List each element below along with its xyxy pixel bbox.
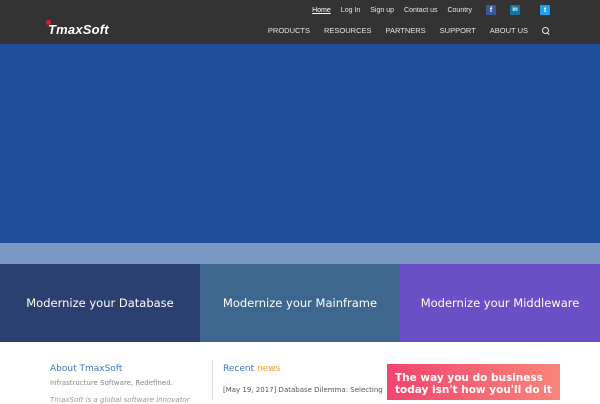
about-subtitle: Infrastructure Software, Redefined. xyxy=(50,379,173,387)
home-link[interactable]: Home xyxy=(312,7,331,14)
nav-partners[interactable]: PARTNERS xyxy=(386,26,426,35)
about-title: About TmaxSoft xyxy=(50,364,210,374)
news-item-link[interactable]: [May 19, 2017] Database Dilemma: Selecti… xyxy=(223,386,383,394)
logo-dot-icon xyxy=(46,20,51,25)
hero-banner xyxy=(0,44,600,243)
utility-links: Home Log In Sign up Contact us Country f… xyxy=(312,5,550,15)
about-title-brand: TmaxSoft xyxy=(79,364,123,374)
nav-about-us[interactable]: ABOUT US xyxy=(490,26,528,35)
login-link[interactable]: Log In xyxy=(341,7,360,14)
twitter-icon[interactable]: t xyxy=(540,5,550,15)
search-icon[interactable] xyxy=(542,26,550,35)
news-title-suffix: news xyxy=(256,364,281,374)
about-text: TmaxSoft is a global software innovator xyxy=(50,396,190,404)
tile-modernize-middleware[interactable]: Modernize your Middleware xyxy=(400,264,600,342)
tile-label: Modernize your Database xyxy=(26,296,174,310)
promo-text: The way you do business today isn't how … xyxy=(395,372,552,396)
news-title-prefix: Recent xyxy=(223,364,257,374)
nav-products[interactable]: PRODUCTS xyxy=(268,26,310,35)
tile-label: Modernize your Middleware xyxy=(420,296,580,310)
section-divider xyxy=(212,360,213,400)
promo-banner[interactable]: The way you do business today isn't how … xyxy=(387,364,560,400)
logo-text: TmaxSoft xyxy=(48,22,109,37)
modernize-tiles: Modernize your Database Modernize your M… xyxy=(0,264,600,342)
linkedin-icon[interactable]: in xyxy=(510,5,520,15)
top-navigation-bar: TmaxSoft Home Log In Sign up Contact us … xyxy=(0,0,600,44)
recent-news-section: Recent news [May 19, 2017] Database Dile… xyxy=(223,364,383,394)
tmaxsoft-logo[interactable]: TmaxSoft xyxy=(46,20,109,37)
signup-link[interactable]: Sign up xyxy=(370,7,394,14)
main-navigation: PRODUCTS RESOURCES PARTNERS SUPPORT ABOU… xyxy=(268,26,550,35)
nav-support[interactable]: SUPPORT xyxy=(440,26,476,35)
contact-us-link[interactable]: Contact us xyxy=(404,7,437,14)
about-section: About TmaxSoft Infrastructure Software, … xyxy=(50,364,210,404)
hero-bottom-strip xyxy=(0,243,600,264)
tile-label: Modernize your Mainframe xyxy=(222,296,378,310)
tile-modernize-database[interactable]: Modernize your Database xyxy=(0,264,200,342)
nav-resources[interactable]: RESOURCES xyxy=(324,26,372,35)
country-link[interactable]: Country xyxy=(447,7,472,14)
tile-modernize-mainframe[interactable]: Modernize your Mainframe xyxy=(200,264,400,342)
facebook-icon[interactable]: f xyxy=(486,5,496,15)
about-title-prefix: About xyxy=(50,364,80,374)
news-title: Recent news xyxy=(223,364,383,374)
